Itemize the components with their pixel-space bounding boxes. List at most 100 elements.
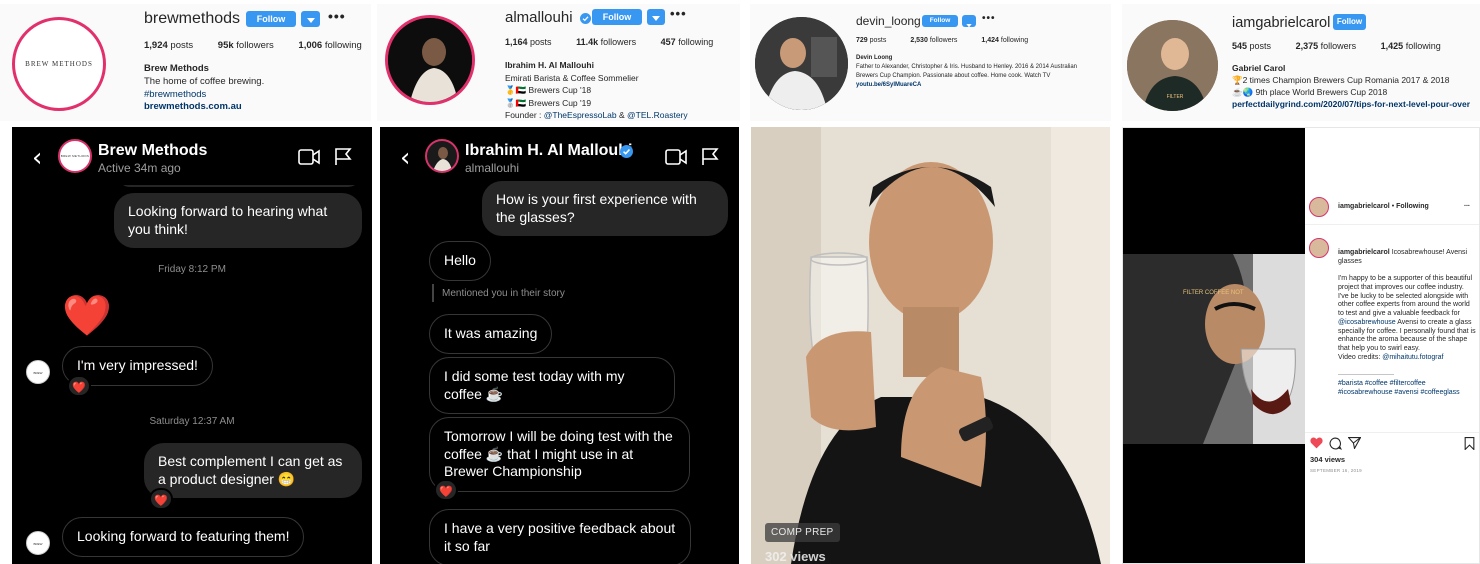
bio-line: Brewers Cup Champion. Passionate about c…: [856, 73, 1051, 79]
suggested-dropdown-button[interactable]: [962, 15, 976, 28]
more-options-icon[interactable]: •••: [328, 8, 346, 24]
bio-line: 🥇🇦🇪 Brewers Cup '18: [505, 85, 592, 96]
message-bubble-received: Hello: [429, 241, 491, 281]
video-call-icon[interactable]: [665, 149, 687, 165]
suggested-dropdown-button[interactable]: [301, 11, 320, 27]
follow-button[interactable]: Follow: [1333, 14, 1366, 30]
profile-header-almallouhi: almallouhi Follow ••• 1,164 posts 11.4k …: [377, 4, 740, 121]
comment-icon[interactable]: [1329, 437, 1342, 450]
more-options-icon[interactable]: •••: [982, 13, 996, 24]
caption-username[interactable]: iamgabrielcarol: [1338, 249, 1390, 256]
profile-bio: Brew Methods The home of coffee brewing.…: [144, 63, 264, 114]
story-mention-bar: [432, 284, 434, 302]
dm-avatar[interactable]: BREW METHODS: [58, 139, 92, 173]
founder-link-roastery[interactable]: @TEL.Roastery: [627, 110, 688, 120]
caption-hashtags[interactable]: #barista #coffee #filtercoffee #icosabre…: [1338, 380, 1460, 396]
story-highlight-badge: COMP PREP: [765, 523, 840, 542]
story-mention-note[interactable]: Mentioned you in their story: [442, 288, 565, 299]
avatar-photo: [755, 17, 848, 110]
dm-contact-name[interactable]: Ibrahim H. Al Mallouhi: [465, 142, 632, 160]
back-arrow-icon[interactable]: ‹: [32, 143, 42, 173]
profile-avatar[interactable]: BREW METHODS: [12, 17, 106, 111]
caption-author-avatar[interactable]: [1309, 238, 1329, 258]
post-video[interactable]: FILTER COFFEE NOT: [1123, 128, 1305, 563]
post-view-count[interactable]: 304 views: [1310, 455, 1345, 464]
share-direct-icon[interactable]: [1348, 437, 1361, 449]
message-bubble-received: I did some test today with my coffee ☕: [429, 357, 675, 414]
dm-avatar[interactable]: [425, 139, 459, 173]
report-flag-icon[interactable]: [701, 148, 719, 166]
message-bubble-sent: Looking forward to hearing what you thin…: [114, 193, 362, 248]
profile-avatar[interactable]: [385, 15, 475, 105]
message-bubble-received: Tomorrow I will be doing test with the c…: [429, 417, 690, 492]
bio-website-link[interactable]: perfectdailygrind.com/2020/07/tips-for-n…: [1232, 99, 1470, 111]
story-video-frame[interactable]: COMP PREP 302 views: [751, 127, 1110, 564]
profile-stats: 1,164 posts 11.4k followers 457 followin…: [505, 37, 714, 47]
bio-website-link[interactable]: brewmethods.com.au: [144, 101, 264, 114]
dm-active-status: Active 34m ago: [98, 161, 181, 175]
profile-header-brewmethods: BREW METHODS brewmethods Follow ••• 1,92…: [0, 4, 371, 121]
bio-website-link[interactable]: youtu.be/6SylMuareCA: [856, 81, 1077, 90]
follow-button[interactable]: Follow: [922, 15, 958, 27]
bio-line: ☕🌏 9th place World Brewers Cup 2018: [1232, 86, 1388, 97]
dm-avatar-text: BREW METHODS: [60, 154, 90, 158]
chevron-down-icon: [652, 16, 660, 21]
dm-thread-ibrahim: ‹ Ibrahim H. Al Mallouhi almallouhi How …: [380, 127, 739, 564]
profile-avatar[interactable]: [755, 17, 848, 110]
founder-amp: &: [616, 110, 628, 121]
caption-body: I'm happy to be a supporter of this beau…: [1338, 275, 1473, 317]
more-options-icon[interactable]: •••: [670, 6, 687, 21]
message-bubble-received: It was amazing: [429, 314, 553, 354]
verified-badge-icon: [580, 13, 591, 24]
bio-line: Father to Alexander, Christopher & Iris.…: [856, 64, 1078, 70]
follow-button[interactable]: Follow: [592, 9, 642, 25]
dm-header: ‹ BREW METHODS Brew Methods Active 34m a…: [12, 127, 372, 185]
post-caption: iamgabrielcarol Icosabrewhouse! Avensi g…: [1338, 240, 1476, 398]
heart-reaction[interactable]: ❤️: [67, 375, 91, 397]
profile-bio: Devin Loong Father to Alexander, Christo…: [856, 54, 1077, 90]
sender-avatar[interactable]: BREW: [26, 360, 50, 384]
sender-avatar[interactable]: BREW: [26, 531, 50, 555]
post-author-avatar[interactable]: [1309, 197, 1329, 217]
svg-text:FILTER: FILTER: [1167, 94, 1184, 100]
message-bubble-received: I have a very positive feedback about it…: [429, 509, 691, 564]
like-heart-icon[interactable]: [1310, 437, 1323, 449]
video-view-count: 302 views: [765, 549, 826, 564]
save-bookmark-icon[interactable]: [1464, 437, 1475, 450]
message-bubble-received: Looking forward to featuring them!: [62, 517, 305, 557]
post-author-username[interactable]: iamgabrielcarol: [1338, 203, 1390, 210]
profile-fullname: Brew Methods: [144, 63, 209, 74]
founder-prefix: Founder :: [505, 110, 544, 121]
post-more-options-icon[interactable]: ...: [1464, 201, 1470, 208]
glass-print-text: FILTER COFFEE NOT: [1183, 290, 1244, 296]
profile-fullname: Devin Loong: [856, 55, 893, 61]
timestamp: Saturday 12:37 AM: [149, 416, 235, 427]
report-flag-icon[interactable]: [334, 148, 352, 166]
video-call-icon[interactable]: [298, 149, 320, 165]
profile-stats: 545 posts 2,375 followers 1,425 followin…: [1232, 41, 1441, 51]
heart-reaction[interactable]: ❤️: [149, 488, 173, 510]
profile-bio: Gabriel Carol 🏆2 times Champion Brewers …: [1232, 63, 1470, 111]
verified-badge-icon: [620, 145, 633, 158]
heart-reaction[interactable]: ❤️: [434, 479, 458, 501]
bio-line: The home of coffee brewing.: [144, 75, 265, 87]
founder-link-espressolab[interactable]: @TheEspressoLab: [544, 110, 617, 120]
post-video-still: FILTER COFFEE NOT: [1123, 254, 1305, 444]
caption-mention-videographer[interactable]: @mihaitutu.fotograf: [1382, 354, 1443, 361]
post-author-line: iamgabrielcarol • Following: [1338, 203, 1429, 210]
bio-hashtag[interactable]: #brewmethods: [144, 89, 264, 102]
follow-button[interactable]: Follow: [246, 11, 296, 27]
video-still-person-with-glass: [751, 127, 1110, 564]
caption-mention-icosabrewhouse[interactable]: @icosabrewhouse: [1338, 319, 1396, 326]
dm-avatar-photo: [433, 147, 452, 171]
heart-sticker: ❤️: [62, 293, 112, 339]
dm-contact-name[interactable]: Brew Methods: [98, 142, 207, 160]
profile-header-devin-loong: devin_loong Follow ••• 729 posts 2,530 f…: [750, 4, 1111, 121]
following-status[interactable]: Following: [1396, 203, 1429, 210]
profile-stats: 729 posts 2,530 followers 1,424 followin…: [856, 37, 1029, 44]
suggested-dropdown-button[interactable]: [647, 9, 665, 25]
post-sidebar: iamgabrielcarol • Following ... iamgabri…: [1305, 128, 1479, 563]
chevron-down-icon: [966, 24, 972, 28]
back-arrow-icon[interactable]: ‹: [400, 143, 410, 173]
profile-avatar[interactable]: FILTER: [1127, 20, 1218, 111]
